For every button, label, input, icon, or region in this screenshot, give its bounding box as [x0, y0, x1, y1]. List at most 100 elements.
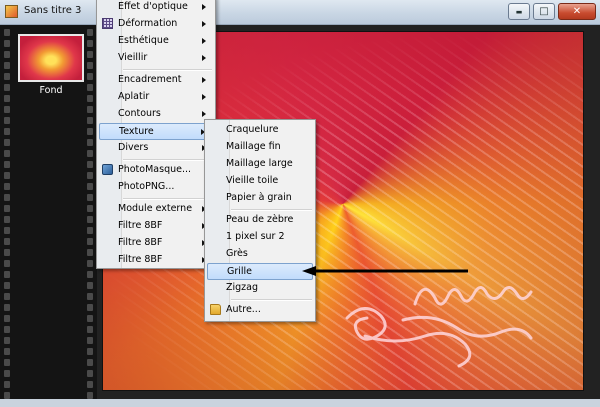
- menu-item-label: Module externe: [118, 203, 193, 214]
- film-perforation: [87, 84, 93, 91]
- menu-item-label: Encadrement: [118, 74, 182, 85]
- film-perforation: [4, 183, 10, 190]
- film-perforation: [87, 227, 93, 234]
- menu-item-photomasque[interactable]: PhotoMasque...: [99, 162, 213, 179]
- menu-item-effet-d-optique[interactable]: Effet d'optique: [99, 0, 213, 16]
- film-perforation: [4, 150, 10, 157]
- minimize-icon: ▬: [515, 7, 523, 16]
- film-perforation: [87, 304, 93, 311]
- film-perforation: [4, 282, 10, 289]
- film-perforation: [87, 95, 93, 102]
- texture-item-label: Papier à grain: [226, 192, 292, 203]
- film-perforation: [4, 73, 10, 80]
- film-perforation: [4, 128, 10, 135]
- texture-item-zigzag[interactable]: Zigzag: [207, 280, 313, 297]
- submenu-arrow-icon: [202, 77, 206, 83]
- film-perforation: [87, 117, 93, 124]
- menu-item-vieillir[interactable]: Vieillir: [99, 50, 213, 67]
- menu-item-module-externe[interactable]: Module externe: [99, 201, 213, 218]
- film-perforation: [87, 370, 93, 377]
- film-perforation: [4, 348, 10, 355]
- film-perforation: [87, 106, 93, 113]
- film-perforation: [87, 40, 93, 47]
- menu-item-filtre-8bf[interactable]: Filtre 8BF: [99, 252, 213, 269]
- film-perforation: [4, 62, 10, 69]
- film-perforation: [4, 337, 10, 344]
- texture-item-grille[interactable]: Grille: [207, 263, 313, 280]
- film-perforation: [87, 73, 93, 80]
- menu-item-label: PhotoPNG...: [118, 181, 175, 192]
- film-perforation: [4, 51, 10, 58]
- submenu-arrow-icon: [202, 94, 206, 100]
- texture-item-vieille-toile[interactable]: Vieille toile: [207, 173, 313, 190]
- menu-item-encadrement[interactable]: Encadrement: [99, 72, 213, 89]
- film-perforation: [4, 359, 10, 366]
- effects-menu: Effet d'optique Déformation Esthétique Viei…: [96, 0, 216, 269]
- menu-item-texture[interactable]: Texture: [99, 123, 213, 140]
- film-perforation: [87, 172, 93, 179]
- texture-item-label: Grille: [227, 266, 253, 277]
- menu-separator: [231, 209, 312, 211]
- menu-item-label: Texture: [119, 126, 154, 137]
- texture-item-craquelure[interactable]: Craquelure: [207, 122, 313, 139]
- menu-item-aplatir[interactable]: Aplatir: [99, 89, 213, 106]
- menu-item-filtre-8bf[interactable]: Filtre 8BF: [99, 218, 213, 235]
- film-perforation: [4, 172, 10, 179]
- close-button[interactable]: ✕: [558, 3, 596, 20]
- layers-strip: Fond: [0, 25, 97, 401]
- film-perforation: [87, 326, 93, 333]
- film-perforation: [4, 304, 10, 311]
- texture-item-maillage-large[interactable]: Maillage large: [207, 156, 313, 173]
- menu-item-filtre-8bf[interactable]: Filtre 8BF: [99, 235, 213, 252]
- pointer-arrow-icon: [302, 266, 468, 276]
- film-perforation: [87, 161, 93, 168]
- film-perforation: [87, 194, 93, 201]
- texture-item-papier-a-grain[interactable]: Papier à grain: [207, 190, 313, 207]
- texture-item-maillage-fin[interactable]: Maillage fin: [207, 139, 313, 156]
- film-perforation: [87, 29, 93, 36]
- film-perforation: [87, 260, 93, 267]
- submenu-arrow-icon: [202, 111, 206, 117]
- texture-item-1-pixel-sur-2[interactable]: 1 pixel sur 2: [207, 229, 313, 246]
- film-perforation: [87, 128, 93, 135]
- menu-item-deformation[interactable]: Déformation: [99, 16, 213, 33]
- menu-item-contours[interactable]: Contours: [99, 106, 213, 123]
- texture-item-label: Maillage fin: [226, 141, 281, 152]
- film-perforation: [87, 348, 93, 355]
- film-perforation: [87, 205, 93, 212]
- texture-item-label: Autre...: [226, 304, 261, 315]
- window-title: Sans titre 3: [24, 5, 82, 16]
- film-perforation: [87, 392, 93, 399]
- menu-item-divers[interactable]: Divers: [99, 140, 213, 157]
- menu-separator: [123, 159, 212, 161]
- film-perforation: [87, 315, 93, 322]
- title-bar[interactable]: Sans titre 3 ▬ □ ✕: [0, 0, 600, 25]
- menu-item-label: Esthétique: [118, 35, 169, 46]
- texture-item-label: Vieille toile: [226, 175, 279, 186]
- menu-item-label: Filtre 8BF: [118, 254, 163, 265]
- texture-item-peau-de-zebre[interactable]: Peau de zèbre: [207, 212, 313, 229]
- texture-submenu: Craquelure Maillage fin Maillage large Viei…: [204, 119, 316, 322]
- menu-item-esthetique[interactable]: Esthétique: [99, 33, 213, 50]
- submenu-arrow-icon: [202, 21, 206, 27]
- film-perforation: [87, 216, 93, 223]
- layer-thumbnail[interactable]: [18, 34, 84, 82]
- minimize-button[interactable]: ▬: [508, 3, 530, 20]
- maximize-button[interactable]: □: [533, 3, 555, 20]
- menu-item-label: Effet d'optique: [118, 1, 188, 12]
- texture-item-gres[interactable]: Grès: [207, 246, 313, 263]
- film-perforation: [4, 106, 10, 113]
- grid-icon: [102, 18, 113, 29]
- film-perforation: [4, 326, 10, 333]
- app-icon: [5, 5, 18, 18]
- film-perforation: [4, 29, 10, 36]
- texture-item-autre[interactable]: Autre...: [207, 302, 313, 319]
- film-perforation: [4, 260, 10, 267]
- menu-item-photopng[interactable]: PhotoPNG...: [99, 179, 213, 196]
- film-perforation: [87, 139, 93, 146]
- texture-item-label: Maillage large: [226, 158, 293, 169]
- film-perforation: [4, 216, 10, 223]
- film-perforation: [4, 194, 10, 201]
- close-icon: ✕: [572, 6, 582, 17]
- film-perforation: [4, 139, 10, 146]
